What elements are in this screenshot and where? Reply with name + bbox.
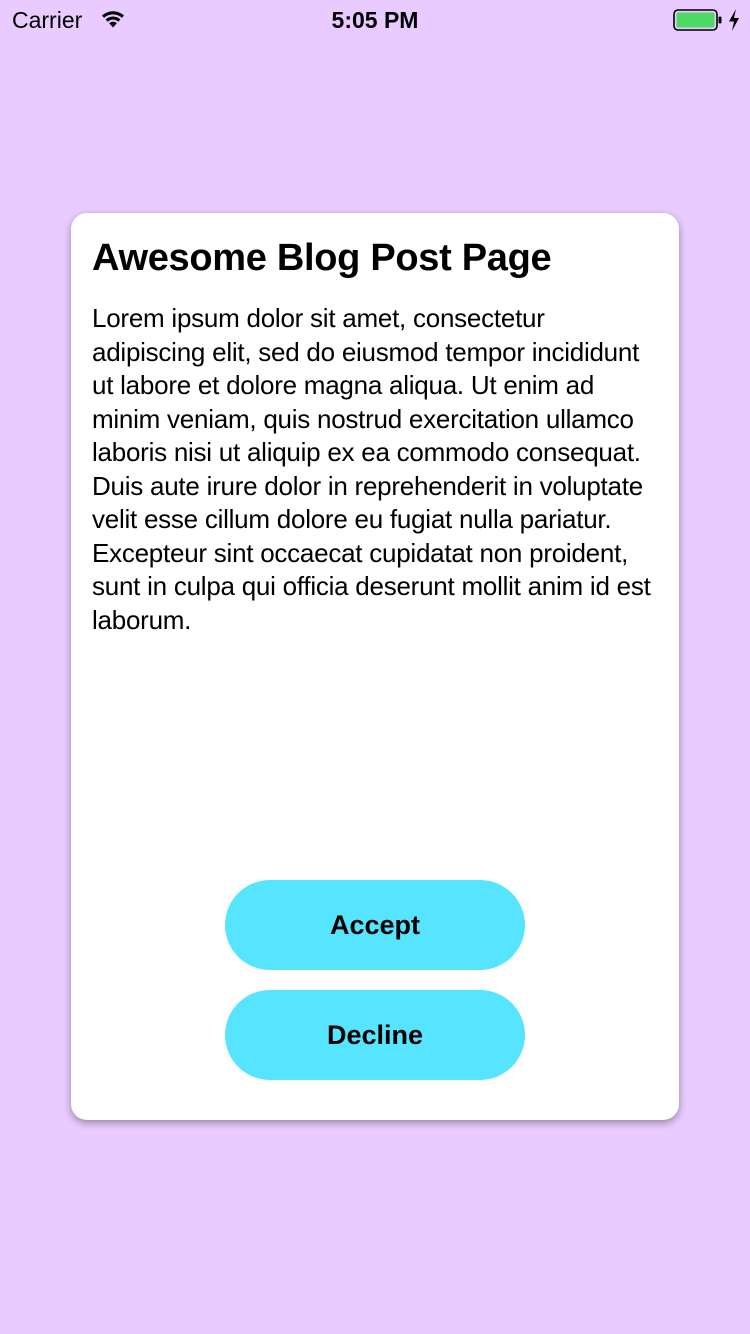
blog-post-card: Awesome Blog Post Page Lorem ipsum dolor… xyxy=(71,213,679,1120)
accept-button[interactable]: Accept xyxy=(225,880,525,970)
post-title: Awesome Blog Post Page xyxy=(92,237,552,279)
battery-icon xyxy=(673,9,723,31)
status-bar: Carrier 5:05 PM xyxy=(0,0,750,40)
charging-icon xyxy=(727,8,741,32)
post-body: Lorem ipsum dolor sit amet, consectetur … xyxy=(92,303,651,635)
decline-button[interactable]: Decline xyxy=(225,990,525,1080)
status-time: 5:05 PM xyxy=(331,7,419,33)
